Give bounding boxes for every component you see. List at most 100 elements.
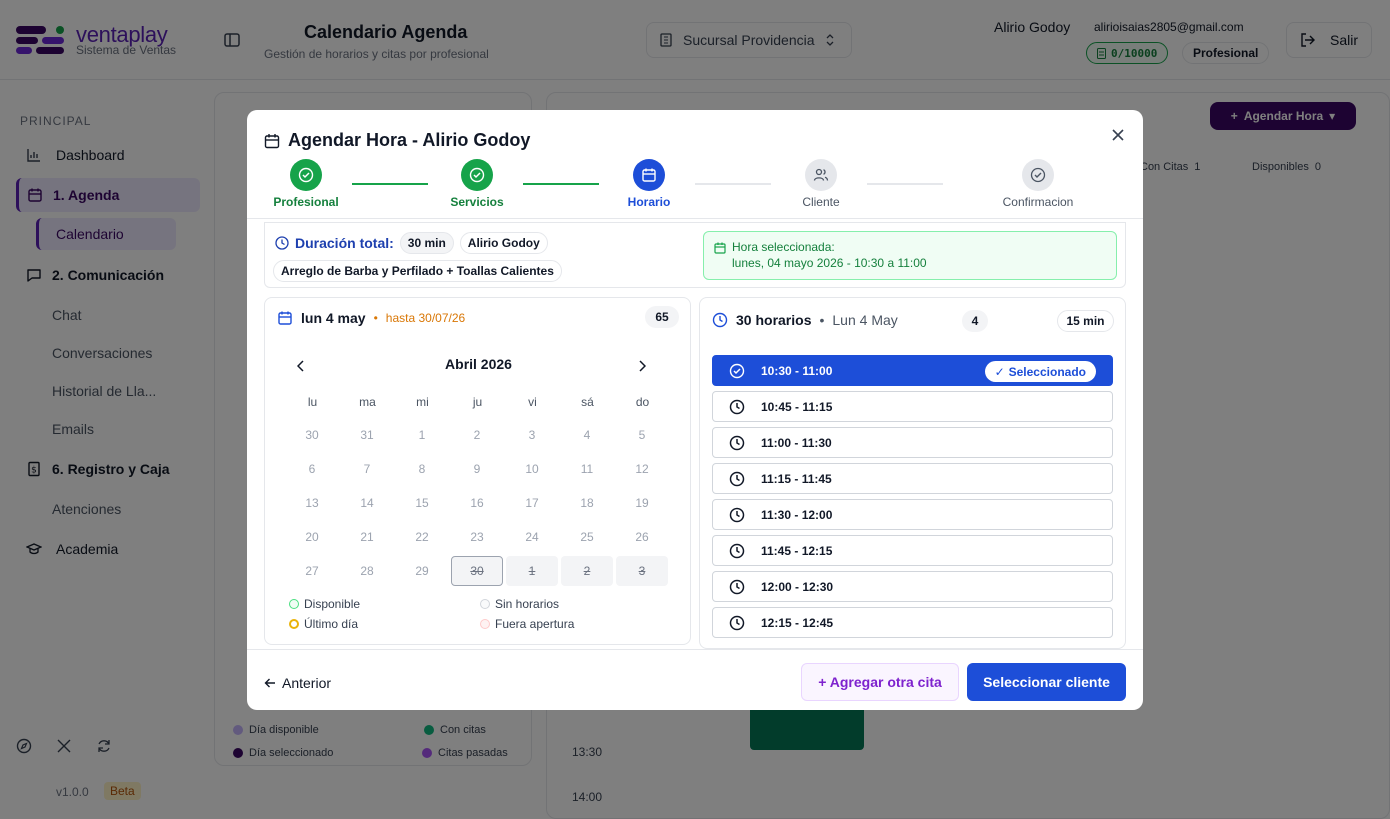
check-circle-icon (298, 167, 314, 183)
step-connector (867, 183, 943, 185)
calendar-day: 26 (635, 530, 649, 544)
selected-pill: ✓ Seleccionado (984, 361, 1096, 382)
calendar-icon (642, 168, 656, 182)
close-button[interactable] (1109, 126, 1127, 144)
professional-chip: Alirio Godoy (459, 232, 548, 254)
next-month-button[interactable] (632, 356, 652, 376)
weekday-label: lu (307, 395, 318, 409)
calendar-day: 15 (415, 496, 429, 510)
chevron-right-icon (639, 360, 646, 372)
calendar-day: 4 (583, 428, 591, 442)
calendar-day: 2 (473, 428, 481, 442)
prev-month-button[interactable] (291, 356, 311, 376)
calendar-icon (264, 133, 280, 148)
clock-icon (729, 543, 745, 558)
date-picker-card: lun 4 may • hasta 30/07/26 65 Abril 2026… (264, 297, 691, 645)
calendar-day: 29 (415, 564, 429, 578)
calendar-day: 27 (305, 564, 319, 578)
weekday-label: do (635, 395, 650, 409)
legend-sin-horarios: Sin horarios (480, 597, 559, 611)
selected-time-value: lunes, 04 mayo 2026 - 10:30 a 11:00 (732, 256, 927, 270)
step-cliente[interactable]: Cliente (766, 159, 876, 209)
calendar-day: 8 (418, 462, 426, 476)
legend-disponible: Disponible (289, 597, 360, 611)
time-slot[interactable]: 10:45 - 11:15 (712, 391, 1113, 422)
calendar-day: 7 (363, 462, 371, 476)
time-slot[interactable]: 12:00 - 12:30 (712, 571, 1113, 602)
slots-day: Lun 4 May (832, 312, 898, 328)
calendar-day: 25 (580, 530, 594, 544)
step-profesional[interactable]: Profesional (251, 159, 361, 209)
service-chip: Arreglo de Barba y Perfilado + Toallas C… (273, 260, 562, 282)
calendar-day: 3 (528, 428, 536, 442)
check-circle-icon (1030, 167, 1046, 183)
calendar-day-selected[interactable]: 30 (451, 556, 503, 586)
calendar-day: 18 (580, 496, 594, 510)
previous-button[interactable]: Anterior (264, 675, 331, 691)
duration-label: Duración total: (295, 235, 394, 251)
calendar-day: 12 (635, 462, 649, 476)
time-slot[interactable]: 12:15 - 12:45 (712, 607, 1113, 638)
modal-title: Agendar Hora - Alirio Godoy (264, 130, 530, 151)
calendar-day: 13 (305, 496, 319, 510)
time-slot[interactable]: 11:30 - 12:00 (712, 499, 1113, 530)
calendar-day: 20 (305, 530, 319, 544)
interval-badge[interactable]: 15 min (1057, 310, 1114, 332)
calendar-day: 17 (525, 496, 539, 510)
time-slot[interactable]: 11:15 - 11:45 (712, 463, 1113, 494)
booking-limit: hasta 30/07/26 (385, 311, 466, 325)
weekday-label: ma (359, 395, 376, 409)
weekday-label: sá (581, 395, 594, 409)
calendar-day: 31 (360, 428, 374, 442)
calendar-day: 22 (415, 530, 429, 544)
clock-icon (729, 507, 745, 522)
weekday-label: ju (472, 395, 483, 409)
calendar-day: 1 (418, 428, 426, 442)
close-icon (1112, 129, 1124, 141)
clock-icon (712, 312, 728, 328)
calendar-day: 6 (308, 462, 316, 476)
time-slot[interactable]: 11:45 - 12:15 (712, 535, 1113, 566)
calendar-day: 5 (638, 428, 646, 442)
clock-icon (729, 399, 745, 414)
time-slot-selected[interactable]: 10:30 - 11:00 ✓ Seleccionado (712, 355, 1113, 386)
booking-summary: Duración total: 30 min Alirio Godoy Arre… (264, 222, 1126, 288)
time-slots-card: 30 horarios • Lun 4 May 4 15 min 10:30 -… (699, 297, 1126, 649)
step-servicios[interactable]: Servicios (422, 159, 532, 209)
step-connector (523, 183, 599, 185)
clock-icon (729, 615, 745, 630)
calendar-day: 28 (360, 564, 374, 578)
calendar-day: 10 (525, 462, 539, 476)
calendar-day: 30 (305, 428, 319, 442)
calendar-day: 21 (360, 530, 374, 544)
selected-date: lun 4 may (301, 310, 366, 326)
calendar-day-out-of-hours[interactable]: 3 (616, 556, 668, 586)
calendar-day-out-of-hours[interactable]: 2 (561, 556, 613, 586)
check-circle-icon (729, 363, 745, 378)
selected-time-title: Hora seleccionada: (732, 240, 835, 254)
clock-icon (275, 236, 289, 250)
calendar-day: 11 (580, 462, 594, 476)
legend-fuera-apertura: Fuera apertura (480, 617, 574, 631)
legend-ultimo-dia: Último día (289, 617, 358, 631)
step-horario[interactable]: Horario (594, 159, 704, 209)
select-client-button[interactable]: Seleccionar cliente (967, 663, 1126, 701)
calendar-day-out-of-hours[interactable]: 1 (506, 556, 558, 586)
add-another-appointment-button[interactable]: + Agregar otra cita (801, 663, 959, 701)
weekday-label: vi (528, 395, 537, 409)
month-title: Abril 2026 (445, 356, 512, 372)
clock-icon (729, 471, 745, 486)
calendar-day: 16 (470, 496, 484, 510)
available-count-badge: 65 (645, 306, 679, 328)
calendar-icon (278, 311, 292, 325)
clock-icon (729, 435, 745, 450)
slots-count: 30 horarios (736, 312, 812, 328)
weekday-label: mi (416, 395, 429, 409)
chevron-left-icon (297, 360, 304, 372)
calendar-check-icon (714, 242, 726, 254)
time-slot[interactable]: 11:00 - 11:30 (712, 427, 1113, 458)
step-confirmacion[interactable]: Confirmacion (983, 159, 1093, 209)
selected-time-box: Hora seleccionada: lunes, 04 mayo 2026 -… (703, 231, 1117, 280)
slots-badge: 4 (962, 310, 988, 332)
agendar-hora-modal: Agendar Hora - Alirio Godoy Profesional … (247, 110, 1143, 710)
